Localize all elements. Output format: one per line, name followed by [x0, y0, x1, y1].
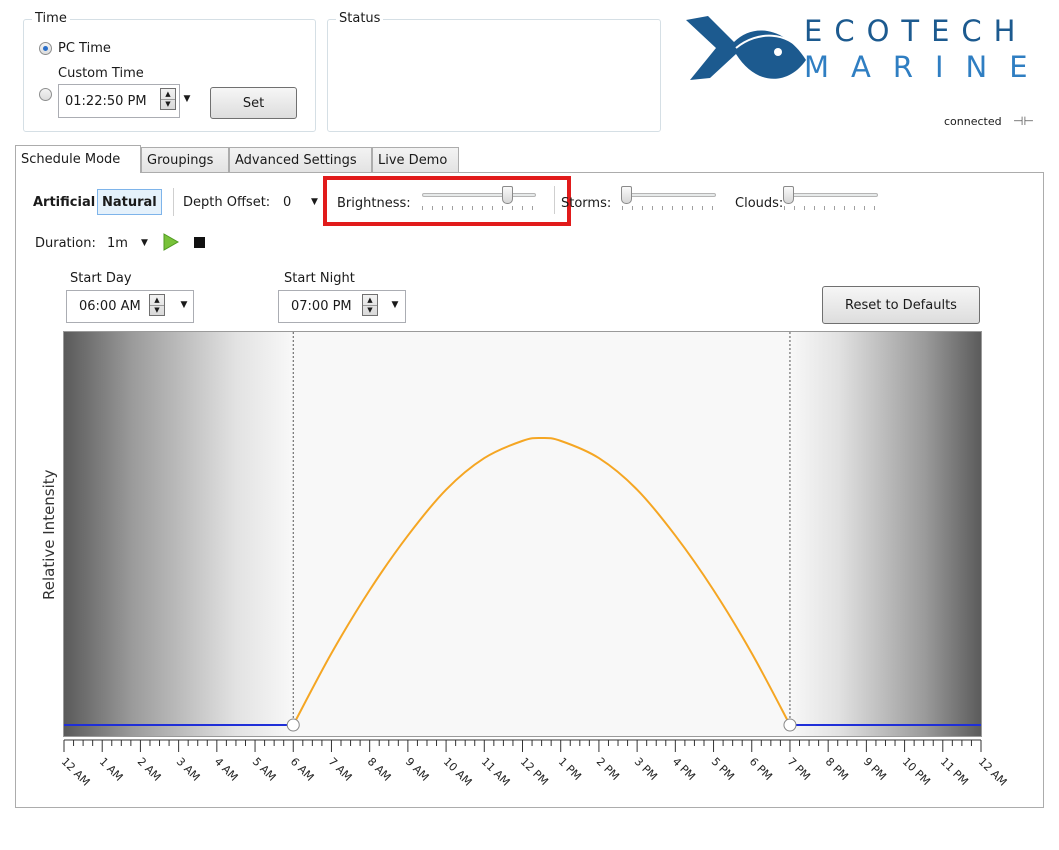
schedule-handle[interactable] — [783, 718, 797, 732]
tab-schedule-mode[interactable]: Schedule Mode — [15, 145, 141, 173]
tab-schedule-mode-label: Schedule Mode — [21, 152, 121, 167]
series-line-0 — [292, 436, 791, 726]
chart-svg[interactable] — [0, 0, 1059, 850]
schedule-handle[interactable] — [286, 718, 300, 732]
